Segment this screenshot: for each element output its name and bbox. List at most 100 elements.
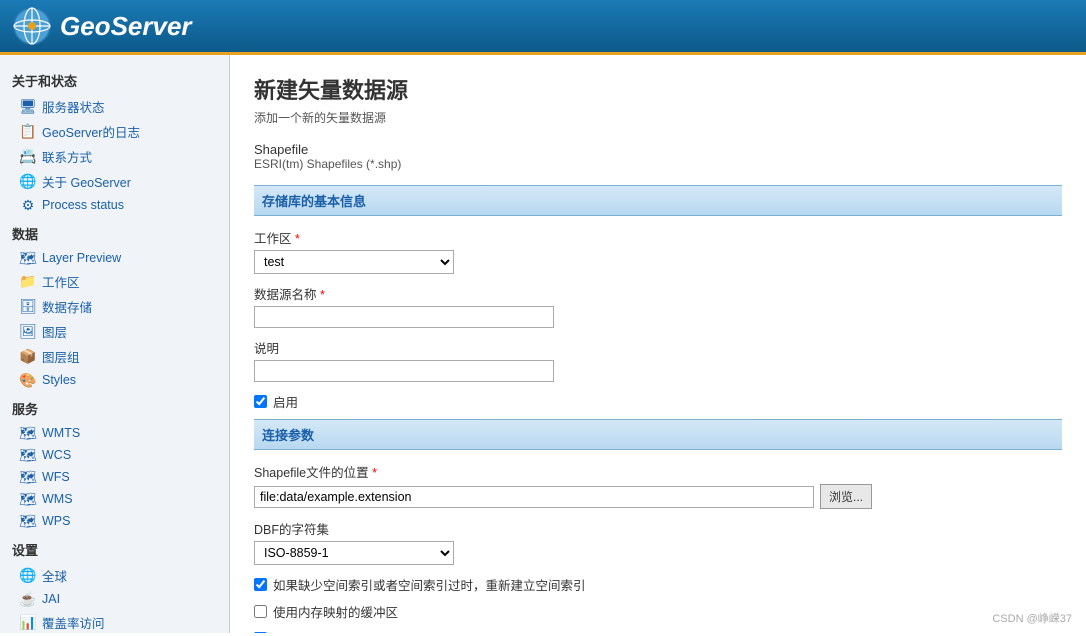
- description-input[interactable]: [254, 360, 554, 382]
- sidebar-label-styles: Styles: [42, 373, 76, 387]
- memory-mapped-label[interactable]: 使用内存映射的缓冲区: [273, 602, 398, 621]
- sidebar-label-layer-preview: Layer Preview: [42, 251, 121, 265]
- enabled-checkbox[interactable]: [254, 395, 267, 408]
- wfs-icon: 🗺: [20, 469, 36, 485]
- dbf-charset-label: DBF的字符集: [254, 519, 1062, 538]
- sidebar-label-data-stores: 数据存储: [42, 297, 92, 316]
- sidebar-label-wcs: WCS: [42, 448, 71, 462]
- about-icon: 🌐: [20, 174, 36, 190]
- sidebar-item-geoserver-log[interactable]: 📋 GeoServer的日志: [0, 119, 229, 144]
- dbf-charset-select[interactable]: ISO-8859-1 UTF-8 GBK GB2312: [254, 541, 454, 565]
- sidebar-label-wms: WMS: [42, 492, 73, 506]
- contact-icon: 📇: [20, 149, 36, 165]
- wcs-icon: 🗺: [20, 447, 36, 463]
- workspace-select[interactable]: test workspace1 workspace2: [254, 250, 454, 274]
- sidebar-item-layers[interactable]: 🖼 图层: [0, 319, 229, 344]
- sidebar-label-workspaces: 工作区: [42, 272, 80, 291]
- sidebar-item-contact[interactable]: 📇 联系方式: [0, 144, 229, 169]
- sidebar-item-wcs[interactable]: 🗺 WCS: [0, 444, 229, 466]
- jai-icon: ☕: [20, 591, 36, 607]
- section-connection-header: 连接参数: [254, 419, 1062, 450]
- memory-mapped-checkbox[interactable]: [254, 605, 267, 618]
- cache-memory-checkbox[interactable]: [254, 632, 267, 633]
- enabled-label[interactable]: 启用: [273, 392, 298, 411]
- workspace-label: 工作区 *: [254, 228, 1062, 247]
- sidebar-label-geoserver-log: GeoServer的日志: [42, 122, 140, 141]
- sidebar-label-about: 关于 GeoServer: [42, 172, 131, 191]
- styles-icon: 🎨: [20, 372, 36, 388]
- browse-button[interactable]: 浏览...: [820, 484, 872, 509]
- sidebar-label-process-status: Process status: [42, 198, 124, 212]
- checkbox2-row: 使用内存映射的缓冲区: [254, 602, 1062, 621]
- sidebar-item-global[interactable]: 🌐 全球: [0, 563, 229, 588]
- sidebar-label-server-status: 服务器状态: [42, 97, 105, 116]
- geoserver-logo-icon: [12, 6, 52, 46]
- sidebar-item-wms[interactable]: 🗺 WMS: [0, 488, 229, 510]
- description-row: 说明: [254, 338, 1062, 382]
- sidebar-item-process-status[interactable]: ⚙ Process status: [0, 194, 229, 216]
- main-content: 新建矢量数据源 添加一个新的矢量数据源 Shapefile ESRI(tm) S…: [230, 55, 1086, 633]
- description-label: 说明: [254, 338, 1062, 357]
- sidebar-item-wfs[interactable]: 🗺 WFS: [0, 466, 229, 488]
- layers-icon: 🖼: [20, 324, 36, 340]
- sidebar-item-wps[interactable]: 🗺 WPS: [0, 510, 229, 532]
- wms-icon: 🗺: [20, 491, 36, 507]
- sidebar-label-contact: 联系方式: [42, 147, 92, 166]
- sidebar-item-jai[interactable]: ☕ JAI: [0, 588, 229, 610]
- datasource-name-row: 数据源名称 *: [254, 284, 1062, 328]
- sidebar-label-wfs: WFS: [42, 470, 70, 484]
- layer-preview-icon: 🗺: [20, 250, 36, 266]
- checkbox1-row: 如果缺少空间索引或者空间索引过时，重新建立空间索引: [254, 575, 1062, 594]
- spatial-index-checkbox[interactable]: [254, 578, 267, 591]
- sidebar-label-coverage: 覆盖率访问: [42, 613, 105, 632]
- checkbox3-row: 高速缓存和重用内存映射: [254, 629, 1062, 633]
- sidebar: 关于和状态 🖥 服务器状态 📋 GeoServer的日志 📇 联系方式 🌐 关于…: [0, 55, 230, 633]
- sidebar-item-about[interactable]: 🌐 关于 GeoServer: [0, 169, 229, 194]
- sidebar-label-global: 全球: [42, 566, 67, 585]
- enabled-row: 启用: [254, 392, 1062, 411]
- shapefile-location-row: Shapefile文件的位置 * 浏览...: [254, 462, 1062, 509]
- layer-groups-icon: 📦: [20, 349, 36, 365]
- page-subtitle: 添加一个新的矢量数据源: [254, 109, 1062, 126]
- sidebar-item-styles[interactable]: 🎨 Styles: [0, 369, 229, 391]
- datasource-required: *: [320, 288, 325, 302]
- sidebar-section-about: 关于和状态: [0, 63, 229, 94]
- sidebar-item-layer-groups[interactable]: 📦 图层组: [0, 344, 229, 369]
- sidebar-item-workspaces[interactable]: 📁 工作区: [0, 269, 229, 294]
- sidebar-label-wmts: WMTS: [42, 426, 80, 440]
- sidebar-item-wmts[interactable]: 🗺 WMTS: [0, 422, 229, 444]
- spatial-index-label[interactable]: 如果缺少空间索引或者空间索引过时，重新建立空间索引: [273, 575, 586, 594]
- sidebar-item-server-status[interactable]: 🖥 服务器状态: [0, 94, 229, 119]
- sidebar-label-layers: 图层: [42, 322, 67, 341]
- sidebar-label-wps: WPS: [42, 514, 70, 528]
- watermark: CSDN @峥嵘37: [992, 610, 1072, 626]
- wmts-icon: 🗺: [20, 425, 36, 441]
- logo-text: GeoServer: [60, 11, 192, 42]
- shapefile-location-input[interactable]: [254, 486, 814, 508]
- cache-memory-label[interactable]: 高速缓存和重用内存映射: [273, 629, 411, 633]
- section-basic-header: 存储库的基本信息: [254, 185, 1062, 216]
- sidebar-label-jai: JAI: [42, 592, 60, 606]
- wps-icon: 🗺: [20, 513, 36, 529]
- process-icon: ⚙: [20, 197, 36, 213]
- workspace-required: *: [295, 232, 300, 246]
- sidebar-item-layer-preview[interactable]: 🗺 Layer Preview: [0, 247, 229, 269]
- log-icon: 📋: [20, 124, 36, 140]
- logo-area: GeoServer: [12, 6, 192, 46]
- sidebar-item-data-stores[interactable]: 🗄 数据存储: [0, 294, 229, 319]
- shapefile-required: *: [372, 466, 377, 480]
- format-desc: ESRI(tm) Shapefiles (*.shp): [254, 157, 1062, 171]
- data-stores-icon: 🗄: [20, 299, 36, 315]
- global-icon: 🌐: [20, 568, 36, 584]
- server-status-icon: 🖥: [20, 99, 36, 115]
- sidebar-section-data: 数据: [0, 216, 229, 247]
- datasource-name-label: 数据源名称 *: [254, 284, 1062, 303]
- sidebar-item-coverage-access[interactable]: 📊 覆盖率访问: [0, 610, 229, 633]
- dbf-charset-row: DBF的字符集 ISO-8859-1 UTF-8 GBK GB2312: [254, 519, 1062, 565]
- datasource-name-input[interactable]: [254, 306, 554, 328]
- workspaces-icon: 📁: [20, 274, 36, 290]
- coverage-icon: 📊: [20, 615, 36, 631]
- page-title: 新建矢量数据源: [254, 73, 1062, 105]
- format-info: Shapefile ESRI(tm) Shapefiles (*.shp): [254, 142, 1062, 171]
- shapefile-location-label: Shapefile文件的位置 *: [254, 462, 1062, 481]
